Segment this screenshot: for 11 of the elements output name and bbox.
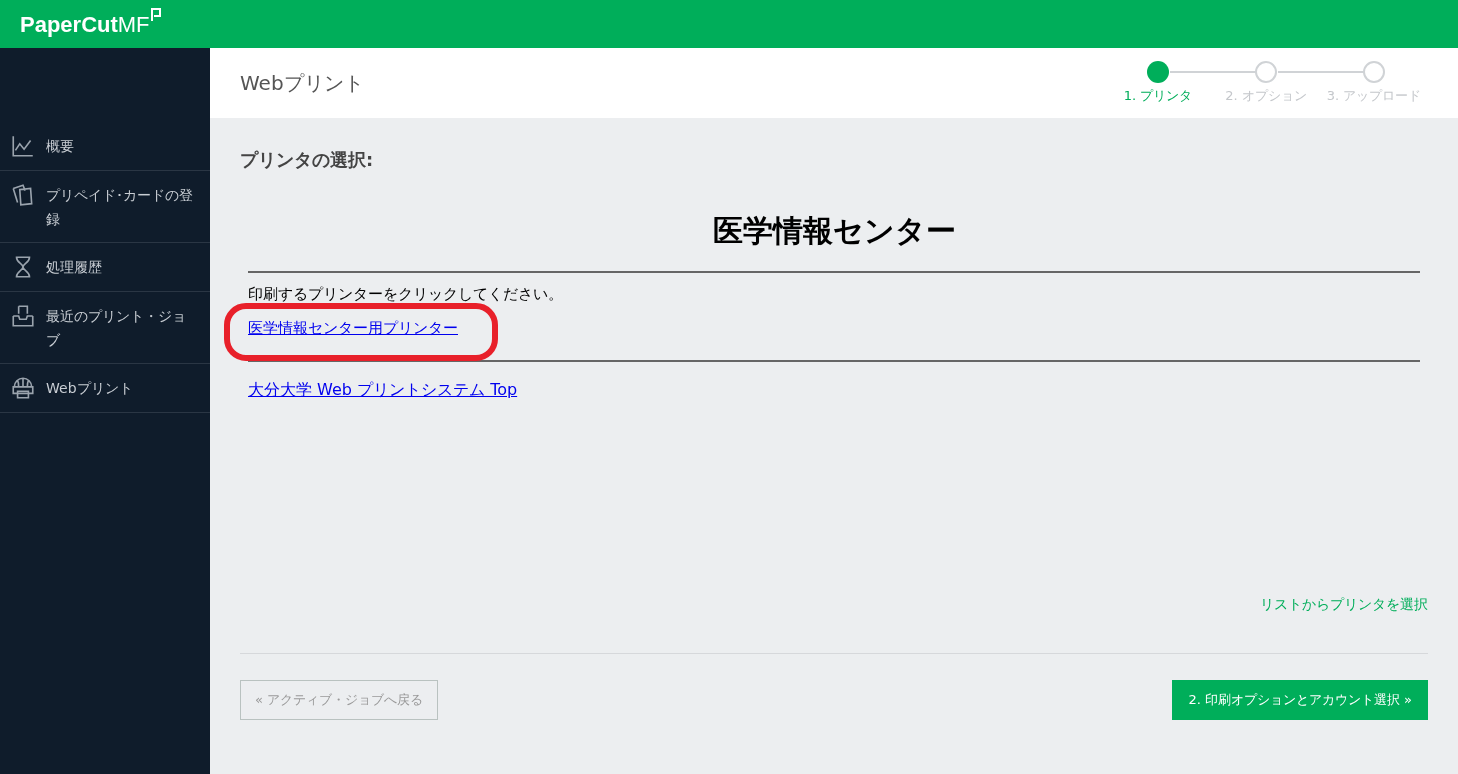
line-chart-icon [10, 133, 36, 159]
site-title: 医学情報センター [711, 212, 957, 250]
instruction-text: 印刷するプリンターをクリックしてください。 [248, 284, 564, 305]
section-heading: プリンタの選択: [240, 148, 375, 172]
inbox-tray-icon [10, 303, 36, 329]
globe-printer-icon [10, 375, 36, 401]
printer-link[interactable]: 医学情報センター用プリンター [248, 318, 458, 337]
top-page-link[interactable]: 大分大学 Web プリントシステム Top [248, 377, 518, 402]
flag-icon [150, 7, 161, 22]
page-title: Webプリント [240, 70, 364, 97]
step-label: 1. プリンタ [1123, 86, 1193, 105]
